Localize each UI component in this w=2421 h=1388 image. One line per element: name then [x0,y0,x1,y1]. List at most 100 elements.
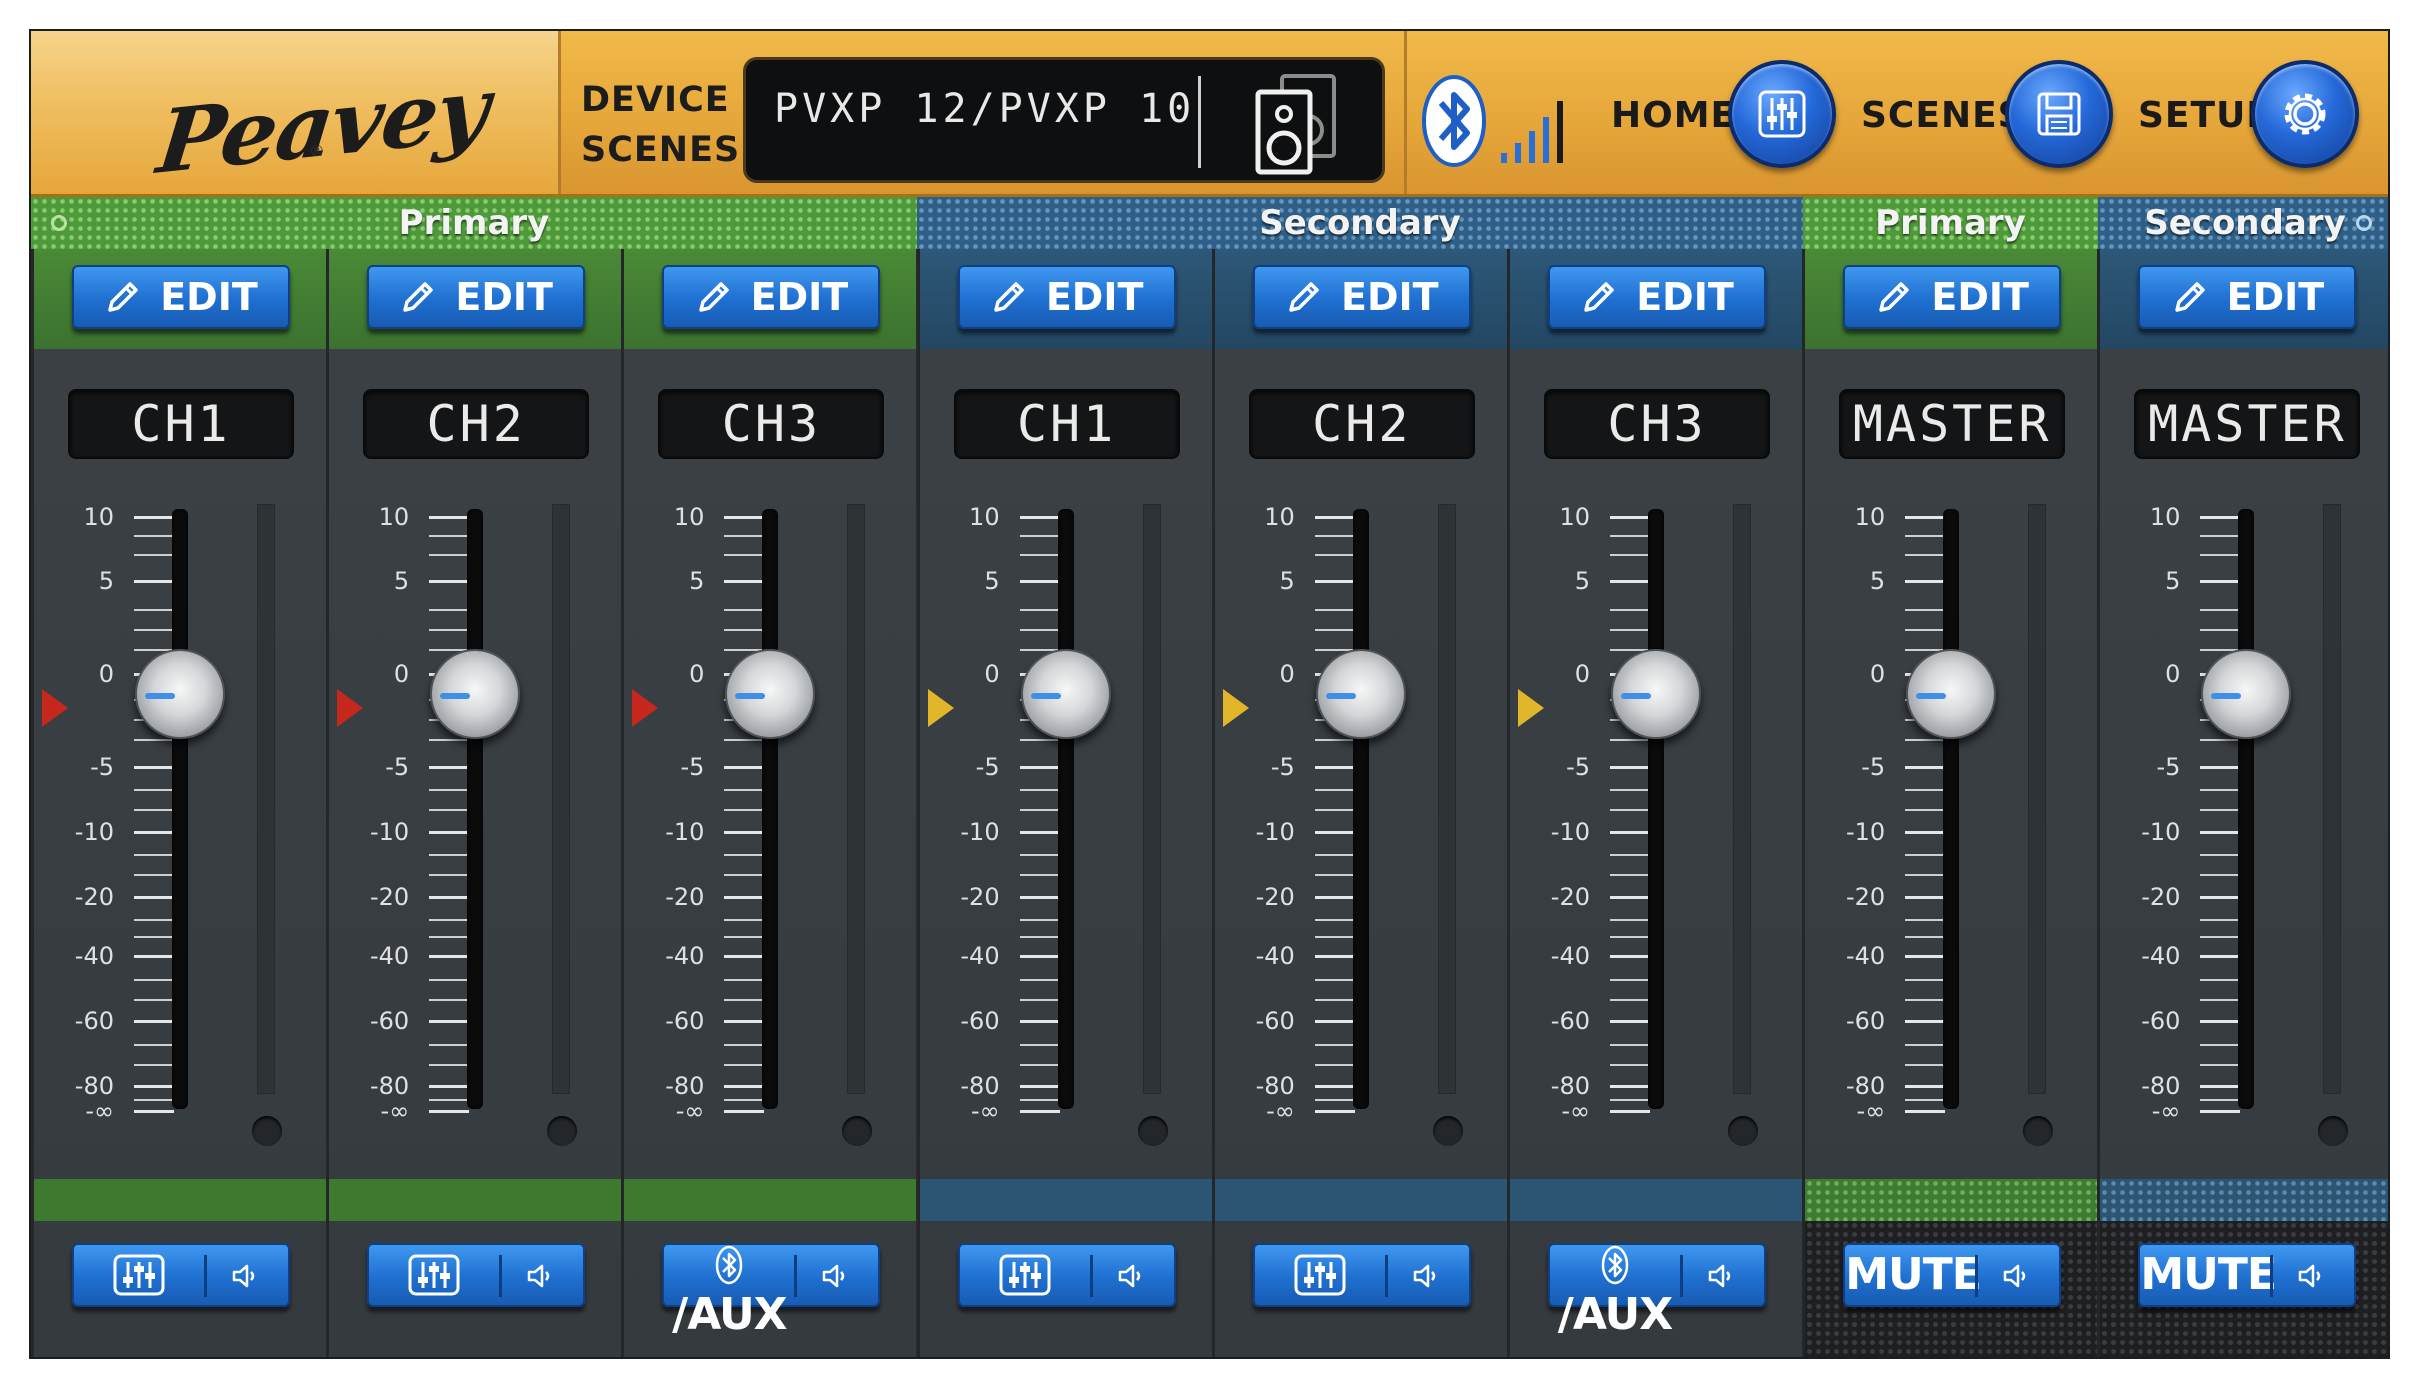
channel-mode-button[interactable] [1252,1243,1471,1307]
fader-track[interactable] [1057,509,1074,1109]
speaker-icon [2299,1264,2321,1288]
fader-knob[interactable] [725,649,816,739]
scale-label: -40 [2141,942,2181,970]
edit-button[interactable]: EDIT [957,265,1176,329]
scale-minor-tick [1610,936,1650,938]
scale-label: 0 [984,660,1000,688]
fader-track[interactable] [1352,509,1369,1109]
group-label: Secondary [2144,203,2346,243]
scale-minor-tick [429,936,470,938]
bottom-button-main[interactable]: /AUX [1550,1245,1680,1340]
scale-major-tick [134,831,174,834]
setup-button[interactable] [2251,60,2359,168]
scale-label: -80 [369,1072,410,1100]
nav-scenes-label: SCENES [1861,95,2025,136]
channel-mode-button[interactable] [367,1243,586,1307]
edit-button[interactable]: EDIT [662,265,881,329]
fader-knob[interactable] [1020,649,1111,739]
scale-label: -80 [1255,1072,1295,1100]
scale-minor-tick [724,739,765,741]
aux-label: /AUX [672,1289,787,1340]
scale-minor-tick [2200,609,2241,611]
fader-knob[interactable] [2201,649,2292,739]
scale-label: -10 [960,818,1000,846]
mute-button[interactable]: MUTE [2138,1243,2357,1307]
scale-major-tick [1610,1110,1650,1113]
bluetooth-icon[interactable] [1417,71,1491,171]
scale-label: -10 [1550,818,1590,846]
channel-mode-button[interactable]: /AUX [662,1243,881,1340]
fader-knob[interactable] [1315,649,1406,739]
scale-label: -10 [369,818,410,846]
bottom-button-main[interactable] [960,1245,1090,1305]
bottom-button-main[interactable]: MUTE [2140,1245,2277,1305]
scale-label: -60 [2141,1007,2181,1035]
fader-track[interactable] [2238,509,2255,1109]
pencil-icon [1584,282,1614,312]
scale-major-tick [134,955,174,958]
fader-knob[interactable] [430,649,521,739]
scale-minor-tick [1314,1099,1355,1101]
fader-knob[interactable] [1906,649,1997,739]
bottom-button-main[interactable] [74,1245,204,1305]
scale-minor-tick [2200,1099,2241,1101]
edit-button[interactable]: EDIT [72,265,290,329]
device-selector[interactable]: PVXP 12/PVXP 10 [743,57,1385,183]
channel-mode-button[interactable] [957,1243,1176,1307]
scale-minor-tick [2200,999,2241,1001]
channel-mode-button[interactable]: /AUX [1548,1243,1766,1340]
fader-track[interactable] [1648,509,1664,1109]
scale-label: -80 [1550,1072,1590,1100]
scale-major-tick [1019,580,1060,583]
edit-button[interactable]: EDIT [367,265,586,329]
scale-major-tick [429,896,470,899]
edit-button[interactable]: EDIT [1252,265,1471,329]
scale-major-tick [1019,955,1060,958]
bottom-button-main[interactable]: MUTE [1845,1245,1982,1305]
fader-scale: 10 5 0 -5 -10 -20 -40 -60 -80 -∞ [34,505,174,1149]
strip-footer-band [1214,1179,1507,1221]
scale-label: 10 [1264,503,1295,531]
scenes-button[interactable] [2005,60,2113,168]
bottom-button-main[interactable] [369,1245,499,1305]
scale-major-tick [724,516,765,519]
fader-track[interactable] [467,509,484,1109]
scale-major-tick [1314,1110,1355,1113]
strip-bottom-area: /AUX [624,1221,916,1357]
scale-major-tick [1905,516,1946,519]
button-divider [499,1255,503,1297]
unity-marker [337,689,364,727]
edit-button[interactable]: EDIT [1548,265,1766,329]
fader-track[interactable] [762,509,779,1109]
channel-mode-button[interactable] [72,1243,290,1307]
mute-button[interactable]: MUTE [1843,1243,2062,1307]
channel-name-display: CH2 [363,389,590,459]
scale-label: -60 [665,1007,705,1035]
scale-label: -5 [1861,753,1886,781]
bluetooth-icon [1601,1245,1629,1285]
fader-track[interactable] [1943,509,1960,1109]
fader-scale: 10 5 0 -5 -10 -20 -40 -60 -80 -∞ [920,505,1060,1149]
fader-knob[interactable] [135,649,225,739]
fader-track[interactable] [172,509,188,1109]
scale-minor-tick [429,919,470,921]
edit-button[interactable]: EDIT [2138,265,2357,329]
scale-minor-tick [134,609,174,611]
edit-button[interactable]: EDIT [1843,265,2062,329]
scale-label: -60 [1845,1007,1886,1035]
scale-major-tick [2200,1110,2241,1113]
home-button[interactable] [1728,60,1836,168]
scale-major-tick [1314,1020,1355,1023]
bottom-button-main[interactable] [1255,1245,1385,1305]
scale-label: 0 [2165,660,2181,688]
bottom-button-main[interactable]: /AUX [664,1245,794,1340]
scale-label: -∞ [1266,1097,1295,1125]
fader-knob[interactable] [1611,649,1701,739]
scale-minor-tick [2200,979,2241,981]
scale-major-tick [429,516,470,519]
scale-label: -5 [385,753,410,781]
clip-led [842,1116,873,1146]
scale-minor-tick [724,936,765,938]
scale-minor-tick [134,789,174,791]
speaker-icon [1708,1264,1731,1288]
